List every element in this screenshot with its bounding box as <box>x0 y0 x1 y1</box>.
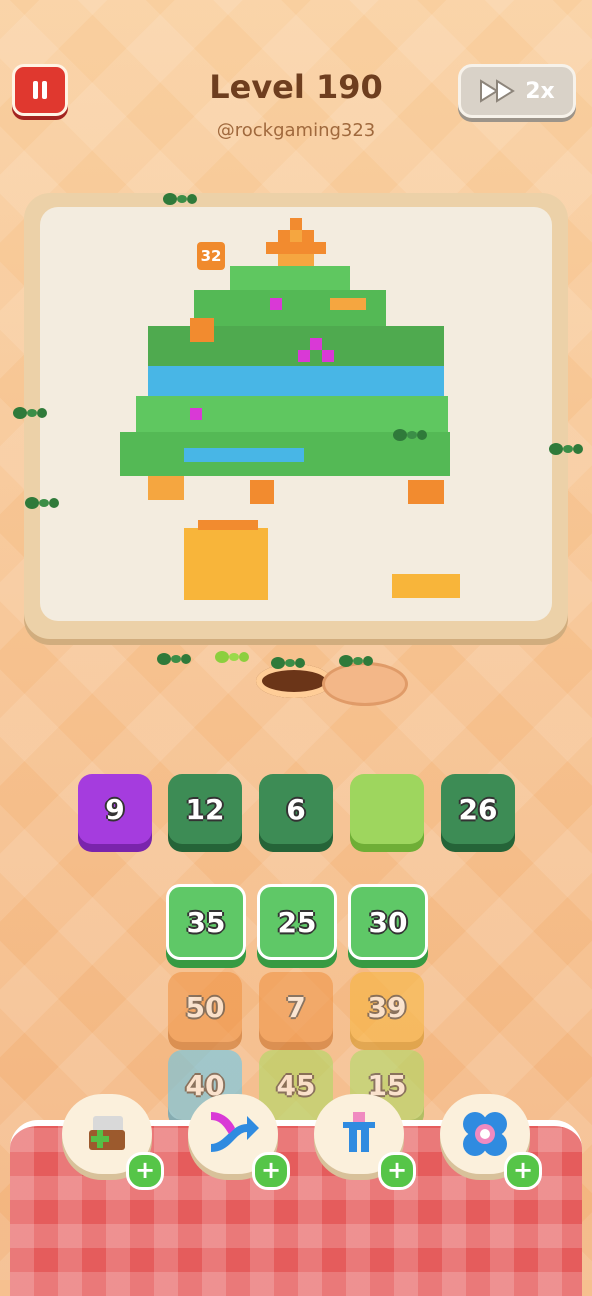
ant-icon <box>25 497 59 509</box>
loose-yellow-block-right <box>392 574 460 598</box>
tile[interactable]: 39 <box>350 972 424 1042</box>
flower-bomb-icon <box>463 1112 507 1156</box>
ant-icon <box>157 653 191 665</box>
plus-icon[interactable]: + <box>378 1152 416 1190</box>
tile[interactable]: 6 <box>259 774 333 844</box>
tile[interactable]: 7 <box>259 972 333 1042</box>
ant-icon <box>163 193 197 205</box>
plus-icon[interactable]: + <box>504 1152 542 1190</box>
plus-icon[interactable]: + <box>126 1152 164 1190</box>
ant-icon <box>393 429 427 441</box>
ant-icon <box>13 407 47 419</box>
tile[interactable]: 26 <box>441 774 515 844</box>
ant-icon <box>271 657 305 669</box>
tree-top-orange-star <box>266 218 326 266</box>
tile[interactable]: 50 <box>168 972 242 1042</box>
speed-toggle-button[interactable]: 2x <box>458 64 576 118</box>
tile[interactable]: 30 <box>348 884 428 960</box>
tile[interactable] <box>350 774 424 844</box>
ant-icon <box>549 443 583 455</box>
tree-foliage <box>120 266 450 476</box>
shuffle-arrows-icon <box>211 1112 259 1152</box>
fast-forward-icon <box>480 79 516 103</box>
ant-icon <box>215 651 249 663</box>
speed-label: 2x <box>525 78 555 104</box>
plus-icon[interactable]: + <box>252 1152 290 1190</box>
username-watermark: @rockgaming323 <box>216 120 376 141</box>
tile[interactable]: 35 <box>166 884 246 960</box>
piece-counter-badge: 32 <box>197 242 225 270</box>
tree-bottom-orange-pieces <box>148 476 444 504</box>
ant-icon <box>339 655 373 667</box>
tile[interactable]: 12 <box>168 774 242 844</box>
add-tray-icon <box>89 1116 125 1150</box>
tile[interactable]: 25 <box>257 884 337 960</box>
tile[interactable]: 9 <box>78 774 152 844</box>
loose-yellow-block-left <box>184 520 268 600</box>
magnet-claw-icon <box>343 1112 375 1152</box>
pixel-art-tree <box>120 218 460 600</box>
